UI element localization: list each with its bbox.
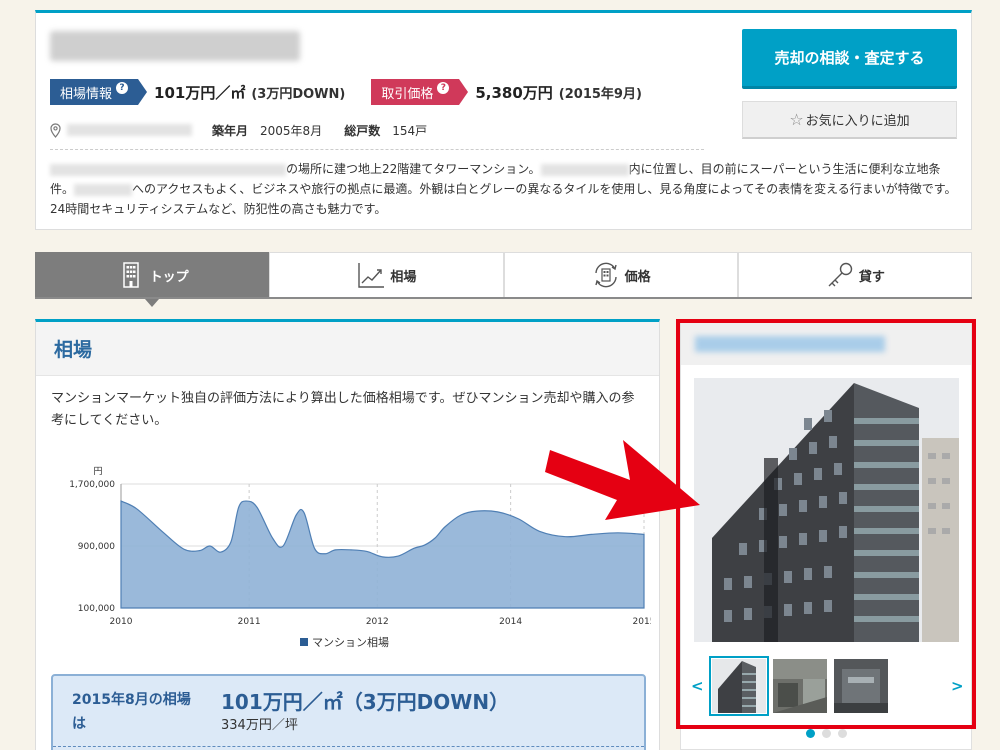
chart-x-ticks: 2010 2011 2012 2014 2015 — [110, 617, 651, 627]
pagination-dot[interactable] — [837, 729, 847, 738]
description-blurred — [74, 183, 133, 196]
chart-x-tick-label: 2011 — [238, 617, 261, 627]
tab-rent-label: 貸す — [858, 269, 885, 285]
pagination-dot[interactable] — [805, 729, 815, 738]
tab-top-label: トップ — [149, 269, 189, 285]
chart-y-unit: 円 — [93, 466, 102, 477]
deal-price-tag[interactable]: 取引価格 ? — [371, 79, 469, 105]
price-cycle-icon — [594, 262, 617, 288]
market-summary-box: 2015年8月の相場は 101万円／㎡（3万円DOWN） 334万円／坪 — [51, 674, 646, 750]
market-panel-title: 相場 — [36, 322, 659, 376]
tab-rent[interactable]: 貸す — [737, 252, 972, 297]
deal-price-tag-label: 取引価格 — [381, 86, 434, 102]
description-part-3: へのアクセスもよく、ビジネスや旅行の拠点に最適。外観は白とグレーの異なるタイルを… — [50, 182, 957, 216]
price-info-row: 相場情報 ? 101万円／㎡ (3万円DOWN) 取引価格 ? 5,380万円 … — [50, 79, 642, 105]
chart-legend-swatch — [300, 638, 308, 646]
summary-label: 2015年8月の相場は — [72, 692, 191, 732]
key-icon — [828, 262, 853, 287]
sell-consult-button[interactable]: 売却の相談・査定する — [742, 29, 957, 89]
divider — [50, 149, 704, 150]
help-icon[interactable]: ? — [437, 82, 450, 94]
property-description: の場所に建つ地上22階建てタワーマンション。 内に位置し、目の前にスーパーという生… — [50, 159, 960, 219]
property-meta-row: 築年月 2005年8月 総戸数 154戸 — [50, 121, 449, 139]
chart-x-tick-label: 2014 — [499, 617, 522, 627]
highlight-frame — [676, 319, 976, 729]
market-panel: 相場 マンションマーケット独自の評価方法により算出した価格相場です。ぜひマンショ… — [35, 319, 660, 750]
tab-price-label: 価格 — [624, 269, 651, 285]
chart-legend-label: マンション相場 — [312, 636, 389, 649]
summary-sub-value: 334万円／坪 — [221, 718, 298, 733]
deal-value: 5,380万円 — [475, 83, 553, 102]
gallery-pagination — [681, 729, 971, 738]
chart-x-tick-label: 2012 — [366, 617, 389, 627]
pagination-dot[interactable] — [821, 729, 831, 738]
building-icon — [122, 262, 139, 288]
red-arrow-icon — [545, 440, 700, 520]
chart-y-tick-label: 900,000 — [78, 542, 115, 552]
address-blurred — [67, 124, 192, 136]
market-value: 101万円／㎡ — [154, 83, 246, 102]
property-name-blurred — [50, 31, 300, 61]
market-change: (3万円DOWN) — [251, 86, 346, 102]
chart-y-tick-label: 100,000 — [78, 604, 115, 614]
chart-y-tick-label: 1,700,000 — [69, 480, 115, 490]
divider — [53, 746, 644, 747]
description-blurred — [540, 163, 629, 176]
chart-icon — [358, 263, 385, 288]
market-info-tag[interactable]: 相場情報 ? — [50, 79, 148, 105]
market-info-tag-label: 相場情報 — [60, 86, 113, 102]
description-part-1: の場所に建つ地上22階建てタワーマンション。 — [286, 162, 541, 176]
description-blurred — [50, 163, 286, 176]
tab-price[interactable]: 価格 — [503, 252, 738, 297]
chart-x-tick-label: 2015 — [633, 617, 651, 627]
tab-top[interactable]: トップ — [35, 252, 270, 307]
property-header-card: 相場情報 ? 101万円／㎡ (3万円DOWN) 取引価格 ? 5,380万円 … — [35, 10, 972, 230]
built-value: 2005年8月 — [260, 123, 323, 138]
built-label: 築年月 — [212, 123, 249, 138]
location-pin-icon — [50, 122, 61, 138]
tab-bar: トップ 相場 価格 貸す — [35, 252, 972, 307]
add-favorite-button[interactable]: ☆ お気に入りに追加 — [742, 101, 957, 139]
chart-x-tick-label: 2010 — [110, 617, 133, 627]
add-favorite-label: お気に入りに追加 — [805, 114, 910, 129]
star-icon: ☆ — [789, 110, 804, 129]
help-icon[interactable]: ? — [116, 82, 129, 94]
summary-main-value: 101万円／㎡（3万円DOWN） — [221, 690, 510, 714]
deal-date: (2015年9月) — [558, 86, 642, 102]
tab-market-label: 相場 — [390, 269, 417, 285]
chart-y-ticks: 1,700,000 900,000 100,000 — [69, 480, 115, 614]
chart-legend: マンション相場 — [300, 636, 389, 649]
units-value: 154戸 — [392, 123, 428, 138]
units-label: 総戸数 — [344, 123, 381, 138]
tab-market[interactable]: 相場 — [269, 252, 504, 297]
